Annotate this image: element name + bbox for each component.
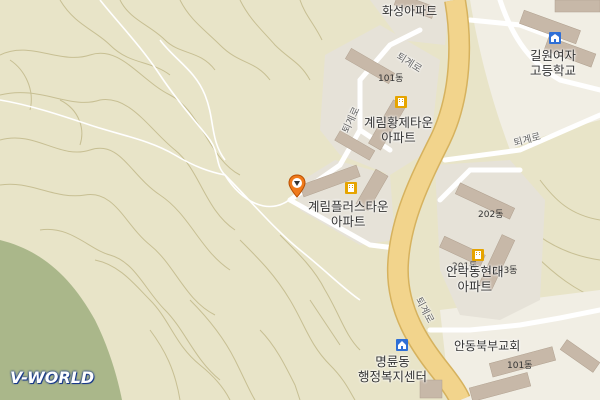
label-bldg-202: 202동 [478,210,504,220]
map-view[interactable]: 화성아파트 길원여자 고등학교 101동 퇴계로 퇴계로 퇴계로 퇴계로 계림황… [0,0,600,400]
label-gilwon-school-line2: 고등학교 [530,63,577,78]
label-welfare-line2: 행정복지센터 [358,369,428,384]
label-bldg-101-bottom: 101동 [507,361,533,371]
label-andong-apt[interactable]: 안락동현대 아파트 [446,264,504,294]
label-gilwon-school[interactable]: 길원여자 고등학교 [530,48,576,78]
label-gilwon-school-line1: 길원여자 [530,48,577,63]
location-marker-icon[interactable] [288,174,306,198]
vworld-logo: V-WORLD [10,368,95,387]
government-office-icon[interactable] [396,339,408,351]
label-hwaseong-apt[interactable]: 화성아파트 [382,2,437,19]
apartment-icon[interactable] [472,249,484,261]
label-andong-line1: 안락동현대 [446,264,504,279]
label-welfare-center[interactable]: 명륜동 행정복지센터 [358,354,427,384]
label-church[interactable]: 안동북부교회 [454,337,520,354]
label-hwangje-apt[interactable]: 계림황제타운 아파트 [364,115,433,145]
label-plus-line2: 아파트 [331,214,366,229]
label-andong-line2: 아파트 [457,279,493,294]
apartment-icon[interactable] [395,96,407,108]
school-icon[interactable] [549,32,561,44]
label-plus-apt[interactable]: 계림플러스타운 아파트 [308,199,389,229]
apartment-icon[interactable] [345,182,357,194]
label-welfare-line1: 명륜동 [375,354,410,369]
label-plus-line1: 계림플러스타운 [308,199,389,214]
label-bldg-101-top: 101동 [378,74,404,84]
label-hwangje-line1: 계림황제타운 [364,115,434,130]
label-hwangje-line2: 아파트 [381,130,416,145]
building [554,0,600,13]
